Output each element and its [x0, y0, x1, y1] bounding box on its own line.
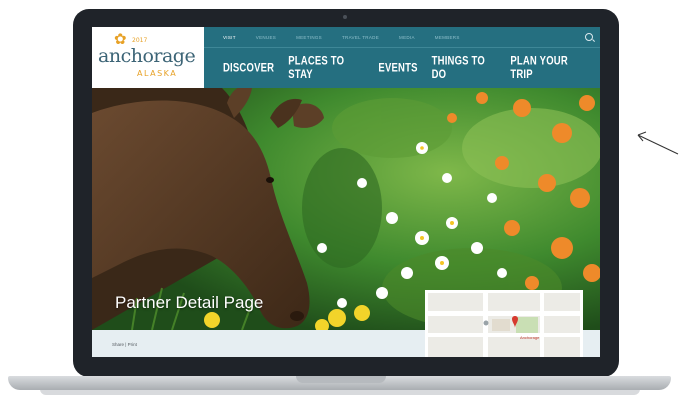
- map-canvas: Anchorage: [428, 293, 580, 357]
- utility-nav-travel-trade[interactable]: TRAVEL TRADE: [342, 35, 379, 40]
- main-nav: DISCOVER PLACES TO STAY EVENTS THINGS TO…: [204, 47, 600, 88]
- location-map[interactable]: Anchorage: [425, 290, 583, 357]
- logo-subtitle: ALASKA: [137, 69, 178, 78]
- utility-nav-members[interactable]: MEMBERS: [435, 35, 460, 40]
- utility-nav-visit[interactable]: VISIT: [223, 35, 236, 40]
- main-nav-things-to-do[interactable]: THINGS TO DO: [432, 54, 497, 82]
- page-title: Partner Detail Page: [115, 293, 264, 312]
- site-logo[interactable]: ✿ 2017 anchorage ALASKA: [92, 27, 204, 88]
- logo-wordmark: anchorage: [98, 45, 196, 67]
- utility-nav-media[interactable]: MEDIA: [399, 35, 415, 40]
- utility-nav-venues[interactable]: VENUES: [256, 35, 276, 40]
- utility-nav: VISIT VENUES MEETINGS TRAVEL TRADE MEDIA…: [204, 27, 600, 47]
- logo-year: 2017: [132, 37, 148, 44]
- main-nav-places-to-stay[interactable]: PLACES TO STAY: [288, 54, 364, 82]
- main-nav-plan-your-trip[interactable]: PLAN YOUR TRIP: [510, 54, 586, 82]
- main-nav-discover[interactable]: DISCOVER: [223, 61, 274, 75]
- map-label: Anchorage: [520, 335, 540, 340]
- map-graphic: Anchorage: [428, 293, 580, 357]
- website-screen: ✿ 2017 anchorage ALASKA VISIT VENUES MEE…: [92, 27, 600, 357]
- share-print-links[interactable]: Share | Print: [112, 342, 137, 347]
- site-header-nav: VISIT VENUES MEETINGS TRAVEL TRADE MEDIA…: [204, 27, 600, 88]
- main-nav-events[interactable]: EVENTS: [378, 61, 417, 75]
- sketch-arrow-icon: [637, 131, 679, 155]
- utility-nav-meetings[interactable]: MEETINGS: [296, 35, 322, 40]
- camera-dot: [343, 15, 347, 19]
- search-icon[interactable]: [585, 33, 593, 41]
- laptop-notch: [296, 376, 386, 383]
